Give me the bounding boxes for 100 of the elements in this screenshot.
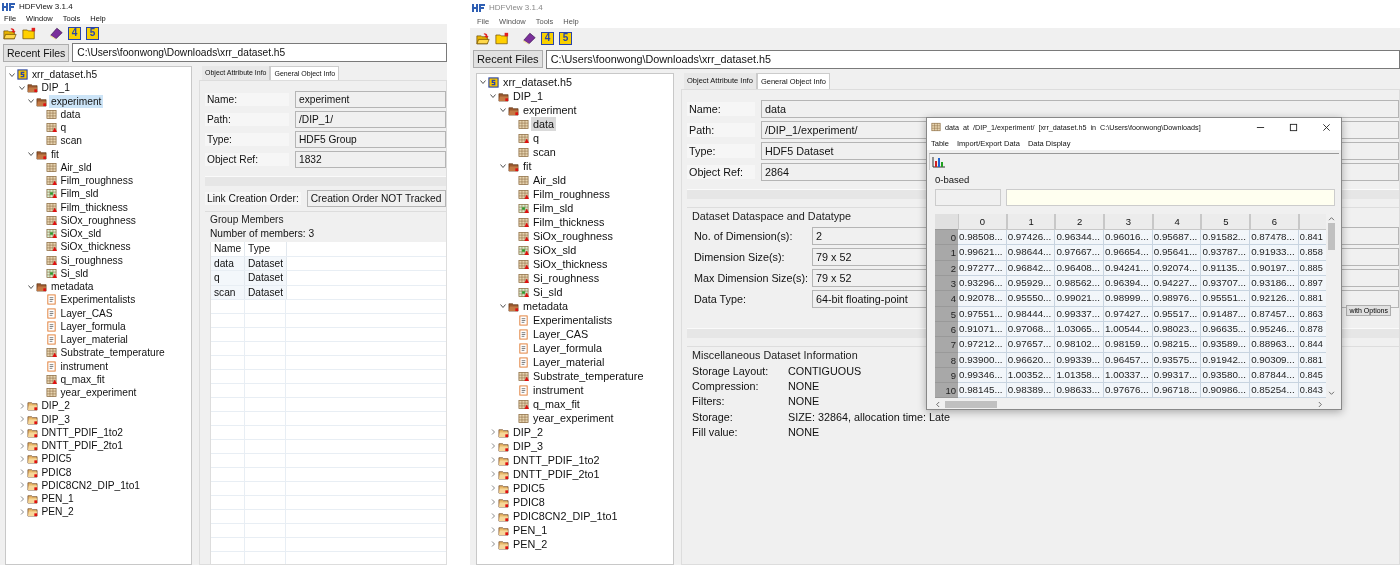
tree-item[interactable]: Substrate_temperature: [58, 346, 167, 360]
tree-item[interactable]: DNTT_PDIF_1to2: [511, 453, 602, 467]
tree-item[interactable]: Layer_CAS: [58, 306, 115, 320]
chevron-right-icon[interactable]: [489, 470, 497, 478]
tree-item[interactable]: PEN_1: [511, 523, 550, 537]
chevron-down-icon[interactable]: [499, 302, 507, 310]
tree-item[interactable]: metadata: [49, 280, 96, 294]
chevron-down-icon[interactable]: [479, 78, 487, 86]
tree-item[interactable]: Si_sld: [58, 266, 91, 280]
tree-item[interactable]: Air_sld: [531, 173, 568, 187]
chevron-right-icon[interactable]: [489, 442, 497, 450]
tree-item[interactable]: Si_roughness: [58, 253, 125, 267]
folder-icon[interactable]: [22, 26, 36, 40]
file-path-field[interactable]: C:\Users\foonwong\Downloads\xrr_dataset.h5: [545, 49, 1400, 69]
tree-item[interactable]: year_experiment: [58, 386, 139, 400]
format-button[interactable]: 4: [68, 26, 81, 40]
scroll-down-icon[interactable]: [1328, 391, 1335, 397]
tree-item[interactable]: Layer_CAS: [531, 327, 591, 341]
tree-item[interactable]: xrr_dataset.h5: [30, 68, 100, 82]
column-header[interactable]: 3: [1104, 214, 1153, 231]
format-button[interactable]: 5: [86, 26, 99, 40]
folder-icon[interactable]: [495, 31, 509, 45]
file-path-field[interactable]: C:\Users\foonwong\Downloads\xrr_dataset.h5: [72, 43, 447, 62]
open-folder-icon[interactable]: [476, 31, 490, 45]
scroll-left-icon[interactable]: [935, 400, 940, 408]
row-header[interactable]: 7: [935, 337, 958, 353]
chevron-down-icon[interactable]: [17, 83, 26, 92]
tree-item[interactable]: PEN_2: [511, 537, 550, 551]
column-header[interactable]: Name: [211, 242, 245, 256]
tree-item[interactable]: PDIC8: [511, 495, 547, 509]
book-icon[interactable]: [522, 31, 536, 45]
row-header[interactable]: 1: [935, 245, 958, 261]
tree-item[interactable]: Layer_formula: [58, 319, 128, 333]
cell-index-field[interactable]: [935, 189, 1001, 207]
tree-item[interactable]: Air_sld: [58, 160, 94, 174]
tree-item[interactable]: q_max_fit: [531, 397, 582, 411]
tree-item[interactable]: PDIC8CN2_DIP_1to1: [39, 478, 143, 492]
tree-item[interactable]: Film_roughness: [58, 174, 135, 188]
tree-item[interactable]: DIP_2: [511, 425, 545, 439]
tree-item[interactable]: scan: [531, 145, 558, 159]
tree-item[interactable]: DIP_3: [511, 439, 545, 453]
book-icon[interactable]: [49, 26, 63, 40]
tree-item[interactable]: instrument: [58, 359, 111, 373]
tree-item[interactable]: PEN_2: [39, 505, 76, 519]
close-icon[interactable]: [1322, 122, 1331, 132]
tree-item[interactable]: SiOx_thickness: [58, 240, 133, 254]
chevron-down-icon[interactable]: [27, 97, 35, 106]
row-header[interactable]: 0: [935, 230, 958, 246]
chevron-right-icon[interactable]: [489, 484, 497, 492]
tree-item[interactable]: metadata: [521, 299, 571, 313]
bar-chart-icon[interactable]: [932, 156, 946, 169]
chevron-down-icon[interactable]: [499, 106, 507, 114]
tree-item[interactable]: experiment: [521, 103, 579, 117]
tree-item[interactable]: q: [531, 131, 541, 145]
chevron-right-icon[interactable]: [489, 498, 497, 506]
chevron-right-icon[interactable]: [489, 456, 497, 464]
tree-item[interactable]: PEN_1: [39, 492, 76, 506]
chevron-down-icon[interactable]: [27, 282, 35, 291]
tree-item[interactable]: Si_roughness: [531, 271, 602, 285]
column-header[interactable]: 2: [1055, 214, 1105, 231]
scroll-up-icon[interactable]: [1328, 216, 1335, 222]
tree-item[interactable]: Film_thickness: [58, 200, 130, 214]
tree-item[interactable]: SiOx_roughness: [58, 213, 138, 227]
tree-item[interactable]: Substrate_temperature: [531, 369, 646, 383]
tree-item[interactable]: Film_sld: [58, 187, 101, 201]
horizontal-scrollbar[interactable]: [935, 399, 1323, 409]
tree-item[interactable]: Experimentalists: [58, 293, 138, 307]
tree-item[interactable]: instrument: [531, 383, 586, 397]
tree-item[interactable]: PDIC5: [39, 452, 74, 466]
tree-item[interactable]: Film_sld: [531, 201, 576, 215]
tree-item[interactable]: DNTT_PDIF_2to1: [39, 439, 126, 453]
tree-item[interactable]: fit: [49, 147, 61, 161]
tree-item[interactable]: data: [531, 117, 556, 131]
tree-item[interactable]: experiment: [49, 94, 104, 108]
tree-item[interactable]: Film_roughness: [531, 187, 612, 201]
column-header[interactable]: [1298, 214, 1326, 231]
tree-item[interactable]: data: [58, 107, 83, 121]
column-header[interactable]: 4: [1152, 214, 1202, 231]
recent-files-button[interactable]: Recent Files: [3, 43, 70, 62]
recent-files-button[interactable]: Recent Files: [473, 50, 543, 68]
tree-item[interactable]: DNTT_PDIF_2to1: [511, 467, 602, 481]
tree-item[interactable]: Layer_material: [58, 333, 130, 347]
column-header[interactable]: 1: [1006, 214, 1056, 231]
chevron-down-icon[interactable]: [8, 70, 16, 79]
chevron-right-icon[interactable]: [489, 526, 497, 534]
tree-item[interactable]: Layer_formula: [531, 341, 604, 355]
tree-item[interactable]: Film_thickness: [531, 215, 607, 229]
tree-item[interactable]: q: [58, 121, 69, 135]
tree-item[interactable]: SiOx_thickness: [531, 257, 610, 271]
tree-item[interactable]: xrr_dataset.h5: [501, 75, 575, 89]
tree-item[interactable]: q_max_fit: [58, 372, 107, 386]
chevron-down-icon[interactable]: [489, 92, 497, 100]
chevron-down-icon[interactable]: [499, 162, 507, 170]
chevron-right-icon[interactable]: [489, 428, 497, 436]
scroll-thumb[interactable]: [945, 400, 997, 408]
row-header[interactable]: 3: [935, 276, 958, 292]
format-button[interactable]: 5: [559, 31, 572, 45]
cell-value-field[interactable]: [1006, 189, 1335, 207]
column-header[interactable]: 6: [1250, 214, 1299, 231]
tree-item[interactable]: DIP_1: [511, 89, 545, 103]
